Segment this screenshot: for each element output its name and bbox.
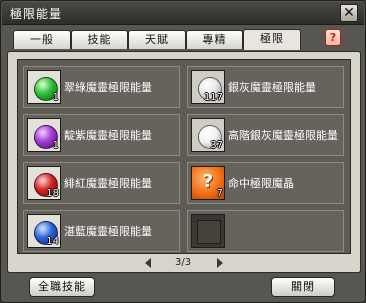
tab-general[interactable]: 一般 [13,30,71,49]
silver-orb-icon[interactable]: 37 [191,118,225,152]
item-name: 靛紫魔靈極限能量 [64,129,152,142]
item-name: 命中極限魔晶 [228,177,294,190]
page-indicator: 3/3 [175,257,192,268]
item-count: 18 [46,188,59,199]
item-slot[interactable]: 117 銀灰魔靈極限能量 [187,66,344,108]
tab-talents[interactable]: 天賦 [128,30,186,49]
item-slot[interactable]: 14 湛藍魔靈極限能量 [23,210,180,252]
item-slot[interactable]: ? 7 命中極限魔晶 [187,162,344,204]
help-icon[interactable]: ? [325,29,341,46]
item-name: 緋紅魔靈極限能量 [64,177,152,190]
item-name: 高階銀灰魔靈極限能量 [228,129,338,142]
item-count: 1 [52,92,59,103]
tab-extreme[interactable]: 極限 [243,29,301,50]
item-count: 7 [216,188,223,199]
item-slot[interactable]: 18 緋紅魔靈極限能量 [23,162,180,204]
all-skills-button[interactable]: 全職技能 [29,277,95,297]
blue-orb-icon[interactable]: 14 [27,214,61,248]
tab-skills[interactable]: 技能 [71,30,128,49]
silver-orb-icon[interactable]: 117 [191,70,225,104]
extreme-energy-window: 極限能量 ✕ 一般 技能 天賦 專精 極限 ? 1 翠綠魔靈極限能量 117 銀… [0,0,366,303]
close-button[interactable]: 關閉 [271,277,335,297]
window-title: 極限能量 [10,7,63,21]
prev-page-icon[interactable] [145,258,151,268]
orange-crystal-icon[interactable]: ? 7 [191,166,225,200]
close-icon[interactable]: ✕ [340,4,358,22]
green-orb-icon[interactable]: 1 [27,70,61,104]
empty-slot-icon [191,214,225,248]
next-page-icon[interactable] [217,258,223,268]
empty-slot[interactable] [187,210,344,252]
item-name: 湛藍魔靈極限能量 [64,225,152,238]
item-slot[interactable]: 37 高階銀灰魔靈極限能量 [187,114,344,156]
item-count: 1 [52,140,59,151]
item-slot[interactable]: 1 翠綠魔靈極限能量 [23,66,180,108]
item-count: 117 [203,92,223,103]
item-count: 14 [46,236,59,247]
content-panel: 1 翠綠魔靈極限能量 117 銀灰魔靈極限能量 1 靛紫魔靈極限能量 37 高階… [7,51,361,273]
item-count: 37 [210,140,223,151]
purple-orb-icon[interactable]: 1 [27,118,61,152]
tab-mastery[interactable]: 專精 [186,30,243,49]
title-bar[interactable]: 極限能量 ✕ [2,2,364,25]
item-grid: 1 翠綠魔靈極限能量 117 銀灰魔靈極限能量 1 靛紫魔靈極限能量 37 高階… [17,59,351,254]
red-orb-icon[interactable]: 18 [27,166,61,200]
item-name: 翠綠魔靈極限能量 [64,81,152,94]
item-slot[interactable]: 1 靛紫魔靈極限能量 [23,114,180,156]
item-name: 銀灰魔靈極限能量 [228,81,316,94]
